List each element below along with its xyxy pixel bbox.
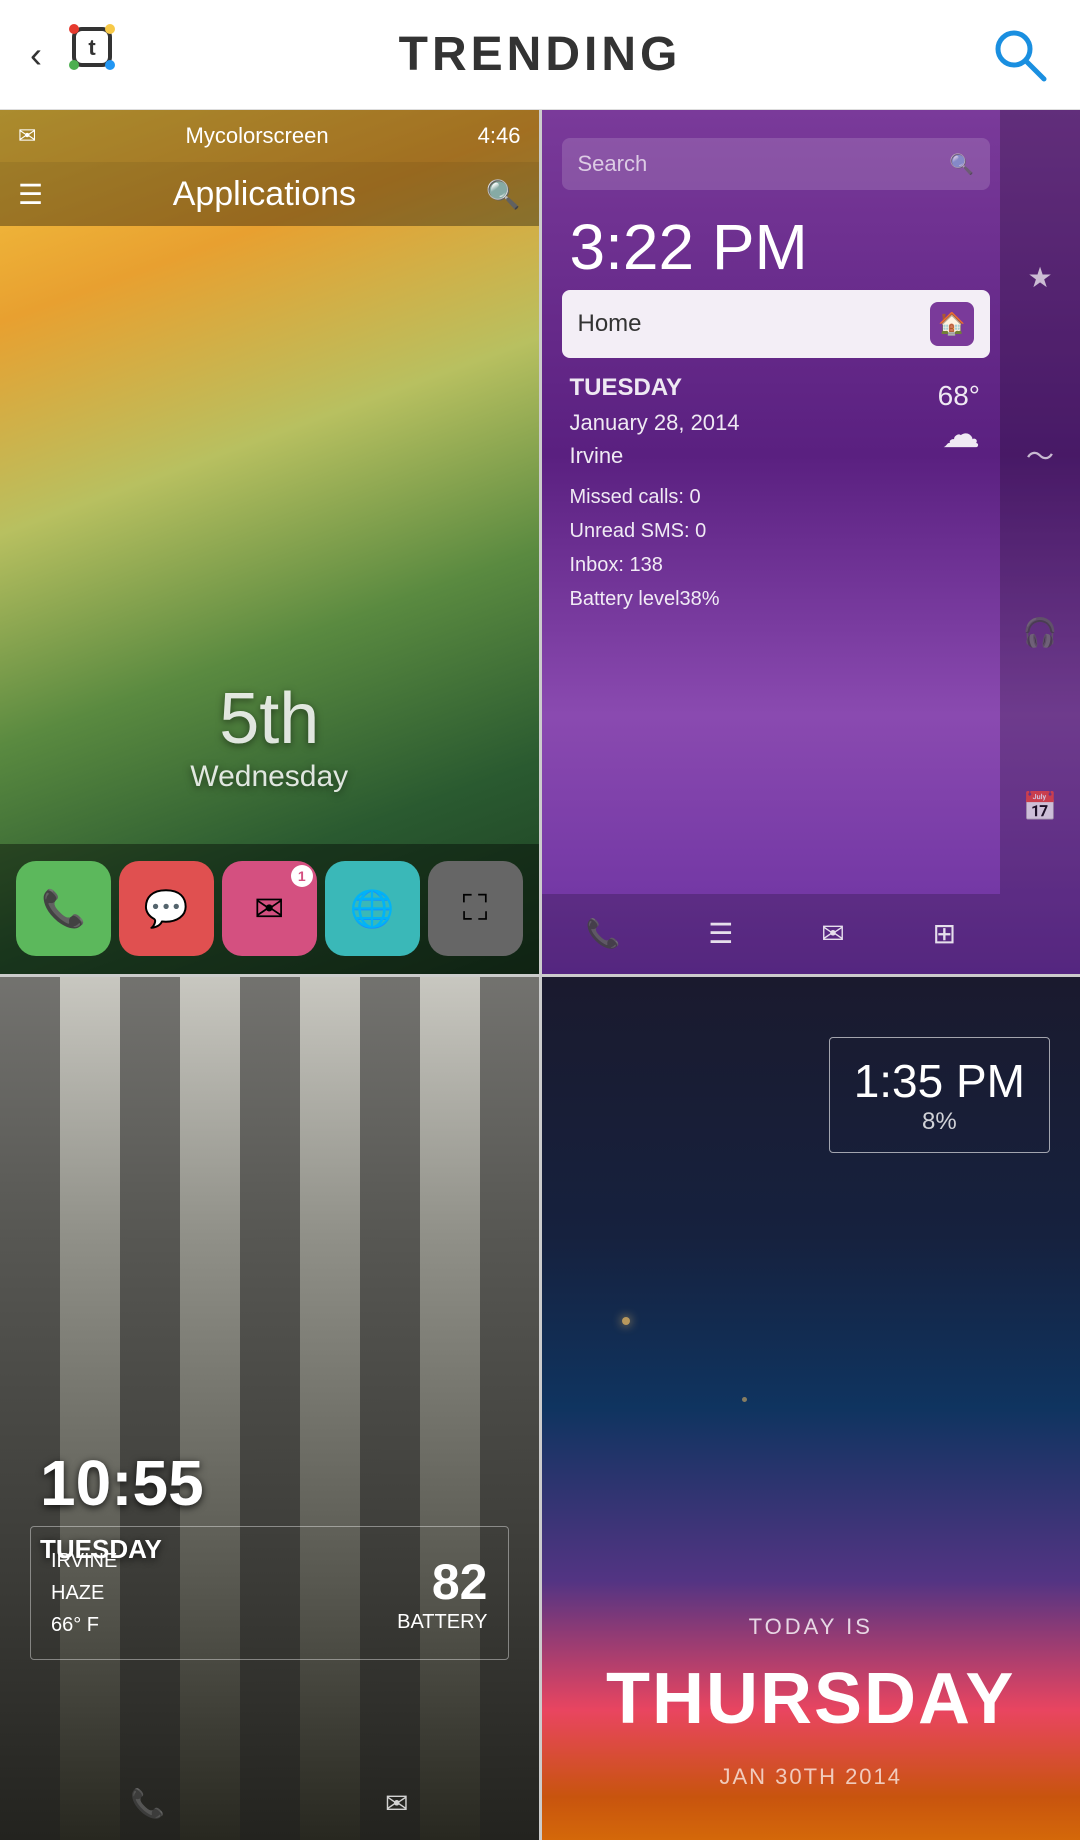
cell-thursday[interactable]: 1:35 PM 8% TODAY IS THURSDAY JAN 30TH 20… <box>542 977 1080 1840</box>
cell2-bottom-bar: 📞 ☰ ✉ ⊞ <box>542 894 1001 974</box>
svg-text:t: t <box>88 35 96 60</box>
cell3-weather-left: IRVINE HAZE 66° F <box>51 1545 117 1641</box>
cell4-date: JAN 30TH 2014 <box>542 1764 1080 1790</box>
cell3-mail-icon: ✉ <box>385 1787 408 1820</box>
cell1-date-day: Wednesday <box>0 760 539 794</box>
cell1-date-num: 5th <box>0 678 539 760</box>
top-nav: ‹ t TRENDING <box>0 0 1080 110</box>
content-grid: ✉ Mycolorscreen 4:46 ☰ Applications 🔍 5t… <box>0 110 1080 1840</box>
cell1-date-overlay: 5th Wednesday <box>0 678 539 794</box>
cell2-search-bar[interactable]: Search 🔍 <box>562 138 991 190</box>
cell-purple-weather[interactable]: ★ 〜 🎧 📅 Search 🔍 3:22 PM Home 🏠 TUESDAY … <box>542 110 1080 974</box>
cell-applications[interactable]: ✉ Mycolorscreen 4:46 ☰ Applications 🔍 5t… <box>0 110 539 974</box>
app-logo: t <box>56 19 128 91</box>
cell2-stats: Missed calls: 0 Unread SMS: 0 Inbox: 138… <box>570 480 720 616</box>
cell2-missed-calls: Missed calls: 0 <box>570 480 720 514</box>
cell1-app-title: Applications <box>173 175 356 214</box>
cell2-menu-icon: ☰ <box>708 917 733 950</box>
cell2-cloud-icon: ☁ <box>938 412 980 457</box>
cell4-today-label: TODAY IS <box>542 1614 1080 1640</box>
cell1-email-icon: ✉ <box>18 123 36 149</box>
cell2-temp-display: 68° ☁ <box>938 380 980 457</box>
cell2-weather-day: TUESDAY <box>570 370 740 406</box>
cell3-battery: 82 BATTERY <box>397 1553 487 1634</box>
cell2-search-placeholder: Search <box>578 151 648 177</box>
cell3-battery-num: 82 <box>397 1553 487 1611</box>
cell3-time: 10:55 <box>40 1446 204 1520</box>
cell2-wave-icon: 〜 <box>1026 435 1054 475</box>
cell2-sidebar: ★ 〜 🎧 📅 <box>1000 110 1080 974</box>
page-title: TRENDING <box>399 27 682 82</box>
cell2-calendar-icon: 📅 <box>1023 790 1058 823</box>
cell1-status-app: Mycolorscreen <box>186 123 329 149</box>
cell2-home-label: Home <box>578 310 642 338</box>
cell2-headphone-icon: 🎧 <box>1023 616 1058 649</box>
cell4-day: THURSDAY <box>542 1658 1080 1740</box>
cell4-time: 1:35 PM <box>854 1054 1025 1108</box>
cell1-message-btn[interactable]: 💬 <box>119 861 214 956</box>
back-button[interactable]: ‹ <box>30 34 42 76</box>
cell1-status-time: 4:46 <box>478 123 521 149</box>
cell1-bottom-bar: 📞 💬 ✉ 1 🌐 ⛶ <box>0 844 539 974</box>
nav-left: ‹ t <box>30 19 128 91</box>
cell1-search-icon: 🔍 <box>486 178 521 211</box>
cell3-city: IRVINE <box>51 1545 117 1577</box>
cell2-weather-city: Irvine <box>570 439 740 472</box>
cell3-condition: HAZE <box>51 1577 117 1609</box>
cell-city-bw[interactable]: 10:55 TUESDAY IRVINE HAZE 66° F 82 BATTE… <box>0 977 539 1840</box>
cell2-grid-icon: ⊞ <box>933 917 956 950</box>
cell1-globe-btn[interactable]: 🌐 <box>325 861 420 956</box>
cell2-weather-info: TUESDAY January 28, 2014 Irvine <box>570 370 740 472</box>
cell2-battery: Battery level38% <box>570 582 720 616</box>
cell3-bottom-icons: 📞 ✉ <box>0 1787 539 1820</box>
cell2-unread-sms: Unread SMS: 0 <box>570 514 720 548</box>
cell1-phone-btn[interactable]: 📞 <box>16 861 111 956</box>
cell4-battery: 8% <box>854 1108 1025 1136</box>
cell3-phone-icon: 📞 <box>130 1787 165 1820</box>
cell2-temp: 68° <box>938 380 980 412</box>
cell2-search-icon: 🔍 <box>949 152 974 177</box>
cell4-time-box: 1:35 PM 8% <box>829 1037 1050 1153</box>
cell1-app-bar: ☰ Applications 🔍 <box>0 162 539 226</box>
search-icon[interactable] <box>990 25 1050 85</box>
cell2-time: 3:22 PM <box>570 210 808 284</box>
cell1-expand-btn[interactable]: ⛶ <box>428 861 523 956</box>
cell1-mail-btn[interactable]: ✉ 1 <box>222 861 317 956</box>
cell2-mail-icon: ✉ <box>821 917 844 950</box>
cell2-home-icon: 🏠 <box>930 302 974 346</box>
cell3-buildings <box>0 977 539 1840</box>
cell3-temp: 66° F <box>51 1609 117 1641</box>
cell4-light-dot1 <box>622 1317 630 1325</box>
hamburger-icon: ☰ <box>18 178 43 211</box>
cell2-weather-date: January 28, 2014 <box>570 406 740 439</box>
cell4-light-dot2 <box>742 1397 747 1402</box>
cell2-home-box: Home 🏠 <box>562 290 991 358</box>
cell3-battery-label: BATTERY <box>397 1611 487 1634</box>
cell3-weather-box: IRVINE HAZE 66° F 82 BATTERY <box>30 1526 509 1660</box>
cell2-phone-icon: 📞 <box>585 917 620 950</box>
cell2-inbox: Inbox: 138 <box>570 548 720 582</box>
cell1-status-bar: ✉ Mycolorscreen 4:46 <box>0 110 539 162</box>
cell2-star-icon: ★ <box>1027 261 1052 294</box>
